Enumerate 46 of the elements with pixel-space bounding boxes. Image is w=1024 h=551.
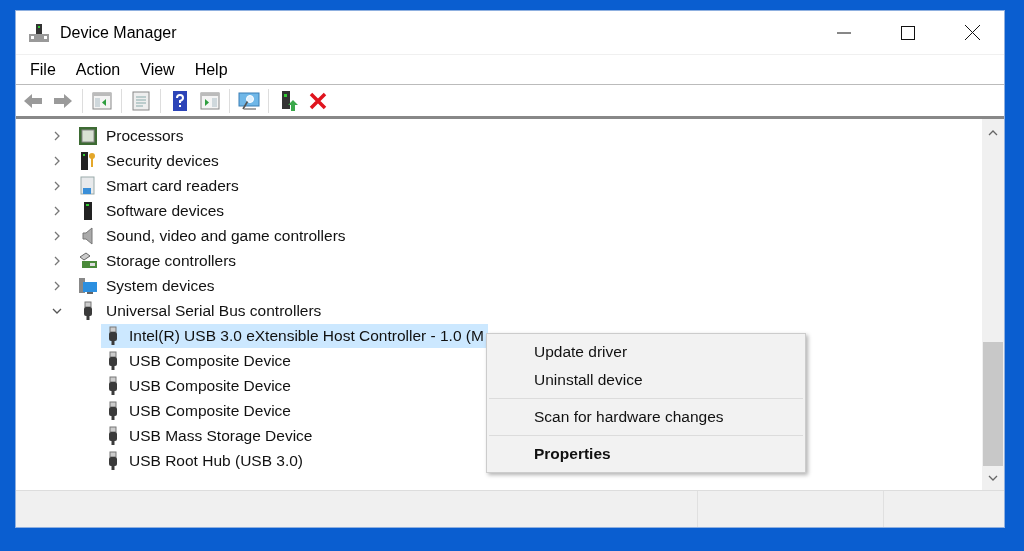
device-key-icon bbox=[78, 150, 98, 171]
minimize-icon bbox=[837, 31, 851, 34]
action-pane-icon[interactable] bbox=[199, 89, 221, 112]
tree-category-label[interactable]: Security devices bbox=[106, 148, 219, 173]
tree-category-label[interactable]: System devices bbox=[106, 273, 215, 298]
context-menu-item[interactable]: Scan for hardware changes bbox=[487, 403, 805, 431]
console-tree-icon[interactable] bbox=[91, 89, 113, 112]
tree-category-label[interactable]: Software devices bbox=[106, 198, 225, 223]
scroll-down-icon[interactable] bbox=[988, 474, 998, 482]
expand-chevron-icon[interactable] bbox=[52, 205, 62, 216]
vertical-scrollbar[interactable] bbox=[982, 119, 1004, 490]
tree-category-label[interactable]: Smart card readers bbox=[106, 173, 239, 198]
expand-chevron-icon[interactable] bbox=[52, 155, 62, 166]
menu-item[interactable]: View bbox=[132, 57, 183, 82]
tree-device-item[interactable]: USB Mass Storage Device bbox=[101, 423, 317, 448]
context-menu-item[interactable]: Properties bbox=[487, 440, 805, 468]
expand-chevron-icon[interactable] bbox=[52, 230, 62, 241]
expand-chevron-icon[interactable] bbox=[52, 255, 62, 266]
tree-device-item[interactable]: USB Composite Device bbox=[101, 348, 295, 373]
menu-item[interactable]: Action bbox=[67, 57, 129, 82]
tree-category-label[interactable]: Processors bbox=[106, 123, 184, 148]
menu-item[interactable]: File bbox=[22, 57, 64, 82]
tree-device-item[interactable]: USB Composite Device bbox=[101, 398, 295, 423]
tree-category-label[interactable]: Universal Serial Bus controllers bbox=[106, 298, 322, 323]
tree-device-item[interactable]: USB Composite Device bbox=[101, 373, 295, 398]
chip-icon bbox=[78, 125, 98, 146]
window-title: Device Manager bbox=[60, 22, 177, 43]
tree-category-label[interactable]: Storage controllers bbox=[106, 248, 237, 273]
maximize-icon bbox=[901, 25, 915, 40]
monitor-magnifier-icon[interactable] bbox=[238, 89, 260, 112]
scroll-up-icon[interactable] bbox=[988, 129, 998, 137]
context-menu-item[interactable]: Uninstall device bbox=[487, 366, 805, 394]
tree-device-item[interactable]: Intel(R) USB 3.0 eXtensible Host Controller - 1.0 (M bbox=[101, 323, 488, 348]
tree-device-item[interactable]: USB Root Hub (USB 3.0) bbox=[101, 448, 307, 473]
expand-chevron-icon[interactable] bbox=[52, 180, 62, 191]
storage-controller-icon bbox=[78, 250, 98, 271]
computer-monitor-icon bbox=[78, 275, 98, 296]
close-icon bbox=[964, 25, 980, 40]
app-icon bbox=[28, 21, 50, 44]
expand-chevron-icon[interactable] bbox=[52, 130, 62, 141]
scrollbar-thumb[interactable] bbox=[983, 342, 1003, 466]
card-reader-icon bbox=[78, 175, 98, 196]
menu-item[interactable]: Help bbox=[186, 57, 236, 82]
tree-category-label[interactable]: Sound, video and game controllers bbox=[106, 223, 346, 248]
expand-chevron-icon[interactable] bbox=[52, 280, 62, 291]
context-menu-item[interactable]: Update driver bbox=[487, 338, 805, 366]
